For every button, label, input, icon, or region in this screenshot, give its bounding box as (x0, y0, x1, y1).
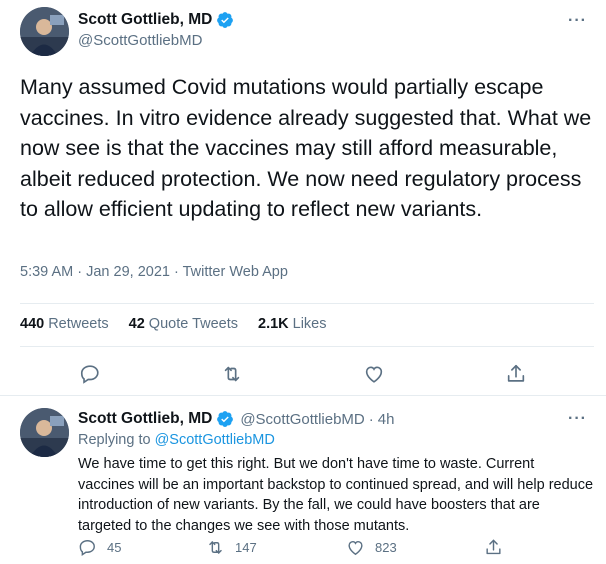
share-button[interactable] (502, 360, 530, 388)
tweet-stats: 440 Retweets 42 Quote Tweets 2.1K Likes (20, 316, 327, 332)
reply-text: We have time to get this right. But we d… (78, 456, 594, 534)
main-tweet: Scott Gottlieb, MD @ScottGottliebMD ··· … (0, 0, 606, 396)
reply-button[interactable] (76, 360, 104, 388)
quotes-stat[interactable]: 42 Quote Tweets (129, 316, 238, 332)
author-handle[interactable]: @ScottGottliebMD (78, 32, 202, 49)
retweets-stat[interactable]: 440 Retweets (20, 316, 109, 332)
tweet-timestamp[interactable]: 5:39 AM · Jan 29, 2021 · Twitter Web App (20, 264, 288, 280)
retweet-button[interactable] (218, 360, 246, 388)
share-icon (486, 539, 501, 554)
action-bar (0, 360, 606, 388)
share-icon (507, 364, 525, 382)
verified-badge-icon (217, 12, 234, 28)
avatar[interactable] (20, 7, 69, 56)
like-button[interactable] (360, 360, 388, 388)
meta-separator: · (77, 264, 83, 280)
like-count: 823 (375, 539, 397, 555)
replying-to: Replying to @ScottGottliebMD (78, 432, 275, 448)
replying-prefix: Replying to (78, 432, 151, 448)
replying-to-link[interactable]: @ScottGottliebMD (155, 432, 275, 448)
reply-action-bar: 45 147 823 (0, 536, 606, 558)
reply-reply-button[interactable]: 45 (78, 536, 121, 558)
meta-separator: · (174, 264, 179, 280)
verified-badge-icon (217, 411, 234, 427)
reply-count: 45 (107, 539, 122, 555)
retweets-count: 440 (20, 316, 45, 332)
retweet-icon (209, 540, 222, 554)
reply-like-button[interactable]: 823 (346, 536, 397, 558)
tweet-text: Many assumed Covid mutations would parti… (20, 75, 592, 221)
likes-count: 2.1K (258, 316, 289, 332)
reply-age[interactable]: 4h (378, 411, 395, 428)
reply-author-row: Scott Gottlieb, MD @ScottGottliebMD · 4h (78, 410, 394, 428)
reply-retweet-button[interactable]: 147 (206, 536, 257, 558)
retweet-count: 147 (235, 539, 257, 555)
like-icon (365, 366, 383, 383)
retweets-label: Retweets (48, 316, 109, 332)
tweet-time: 5:39 AM (20, 264, 74, 280)
quotes-label: Quote Tweets (148, 316, 238, 332)
reply-author-handle[interactable]: @ScottGottliebMD (240, 411, 364, 428)
likes-stat[interactable]: 2.1K Likes (258, 316, 327, 332)
divider (20, 303, 594, 304)
quotes-count: 42 (128, 316, 145, 332)
reply-author-name[interactable]: Scott Gottlieb, MD (78, 410, 212, 428)
reply-icon (80, 365, 99, 384)
reply-share-button[interactable] (484, 536, 513, 558)
avatar[interactable] (20, 408, 69, 457)
reply-separator: · (368, 410, 374, 428)
author-name-row: Scott Gottlieb, MD (78, 11, 234, 29)
like-icon (348, 540, 363, 555)
tweet-source[interactable]: Twitter Web App (183, 264, 288, 280)
likes-label: Likes (292, 316, 327, 332)
retweet-icon (224, 366, 240, 382)
more-options-icon[interactable]: ··· (568, 12, 587, 30)
author-name[interactable]: Scott Gottlieb, MD (78, 11, 212, 29)
reply-icon (79, 539, 95, 556)
more-options-icon[interactable]: ··· (568, 410, 587, 428)
divider (20, 346, 594, 347)
tweet-date: Jan 29, 2021 (86, 264, 170, 280)
